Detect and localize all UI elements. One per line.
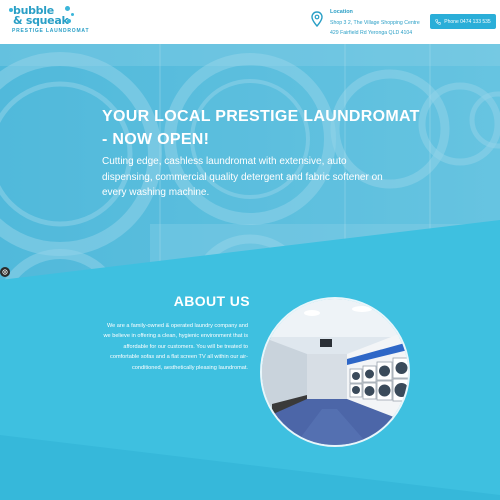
location-address-line-2: 429 Fairfield Rd Yeronga QLD 4104 bbox=[330, 30, 413, 36]
about-section: ABOUT US We are a family-owned & operate… bbox=[0, 220, 500, 500]
location-title: Location bbox=[330, 9, 353, 15]
site-header: bubble & squeak PRESTIGE LAUNDROMAT Loca… bbox=[0, 0, 500, 44]
about-text: We are a family-owned & operated laundry… bbox=[103, 323, 249, 371]
location-address-line-1: Shop 3 2, The Village Shopping Centre bbox=[330, 20, 420, 26]
hero-title: YOUR LOCAL PRESTIGE LAUNDROMAT - NOW OPE… bbox=[102, 108, 420, 148]
about-background bbox=[0, 220, 500, 500]
hero-description: Cutting edge, cashless laundromat with e… bbox=[102, 156, 383, 198]
bubble-icon bbox=[71, 13, 74, 16]
phone-button[interactable]: Phone 0474 133 535 bbox=[430, 14, 496, 29]
eye-icon bbox=[2, 269, 8, 275]
logo-line-2: & squeak bbox=[13, 14, 69, 27]
logo-tagline: PRESTIGE LAUNDROMAT bbox=[12, 28, 90, 34]
accessibility-toggle-button[interactable] bbox=[0, 267, 10, 277]
laundromat-interior-photo bbox=[260, 297, 410, 447]
about-title: ABOUT US bbox=[173, 293, 250, 309]
phone-button-label: Phone 0474 133 535 bbox=[444, 18, 491, 25]
phone-icon bbox=[435, 18, 441, 25]
bubble-icon bbox=[65, 6, 70, 11]
location-pin-icon bbox=[311, 11, 323, 27]
brand-logo[interactable]: bubble & squeak PRESTIGE LAUNDROMAT bbox=[9, 5, 89, 39]
